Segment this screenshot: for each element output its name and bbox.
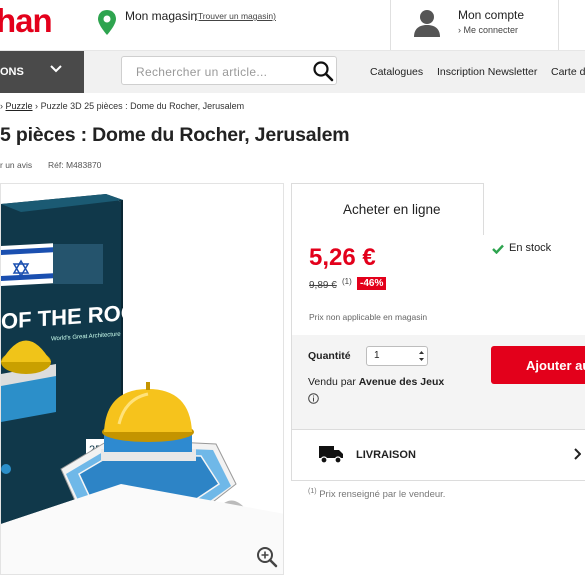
- check-icon: [492, 244, 504, 254]
- search-placeholder[interactable]: Rechercher un article...: [136, 65, 267, 79]
- search-icon[interactable]: [312, 60, 334, 82]
- tab-buy-online-label[interactable]: Acheter en ligne: [343, 202, 441, 217]
- header-divider: [390, 0, 391, 50]
- old-price: 9,89 €: [309, 280, 337, 291]
- select-arrows-icon[interactable]: [418, 349, 425, 363]
- price-footnote: (1) Prix renseigné par le vendeur.: [308, 488, 445, 500]
- map-pin-icon: [98, 10, 116, 35]
- nav-link-card[interactable]: Carte d: [551, 66, 585, 78]
- seller-info: Vendu par Avenue des Jeux: [308, 376, 444, 388]
- review-link[interactable]: r un avis: [0, 160, 32, 170]
- store-price-note: Prix non applicable en magasin: [309, 312, 428, 322]
- header-divider: [558, 0, 559, 50]
- login-link[interactable]: › Me connecter: [458, 25, 518, 35]
- quantity-label: Quantité: [308, 350, 351, 362]
- quantity-value[interactable]: 1: [374, 350, 380, 361]
- product-title: 5 pièces : Dome du Rocher, Jerusalem: [0, 124, 350, 146]
- chevron-down-icon[interactable]: [50, 64, 62, 74]
- breadcrumb-current: Puzzle 3D 25 pièces : Dome du Rocher, Je…: [40, 101, 245, 111]
- breadcrumb-separator: ›: [0, 101, 3, 111]
- sold-by-label: Vendu par: [308, 376, 359, 388]
- stock-status: En stock: [509, 242, 552, 254]
- brand-logo[interactable]: han: [0, 2, 53, 40]
- footnote-text: Prix renseigné par le vendeur.: [316, 489, 446, 501]
- nav-link-catalogues[interactable]: Catalogues: [370, 66, 423, 78]
- nav-link-newsletter[interactable]: Inscription Newsletter: [437, 66, 537, 78]
- chevron-right-icon[interactable]: [573, 448, 581, 460]
- breadcrumb-separator: ›: [35, 101, 39, 111]
- price-footnote-mark: (1): [342, 277, 352, 286]
- find-store-link[interactable]: (Trouver un magasin): [195, 11, 276, 21]
- seller-name[interactable]: Avenue des Jeux: [359, 376, 444, 388]
- account-title[interactable]: Mon compte: [458, 8, 524, 22]
- zoom-icon[interactable]: [256, 546, 278, 568]
- info-icon[interactable]: [308, 393, 319, 404]
- discount-badge: -46%: [357, 277, 387, 290]
- breadcrumb-item-puzzle[interactable]: Puzzle: [6, 101, 33, 111]
- menu-label[interactable]: ONS: [0, 66, 24, 78]
- user-icon[interactable]: [412, 9, 442, 37]
- truck-icon: [319, 446, 343, 464]
- product-image[interactable]: OF THE ROCK World's Great Architecture 2…: [0, 183, 284, 575]
- product-ref: Réf: M483870: [48, 160, 102, 170]
- add-to-cart-label[interactable]: Ajouter au: [526, 358, 585, 373]
- footnote-mark: (1): [308, 488, 317, 495]
- breadcrumb: › Puzzle › Puzzle 3D 25 pièces : Dome du…: [0, 101, 244, 111]
- current-price: 5,26 €: [309, 244, 376, 271]
- delivery-label[interactable]: LIVRAISON: [356, 449, 416, 461]
- store-title: Mon magasin: [125, 9, 198, 23]
- product-box-illustration: OF THE ROCK World's Great Architecture 2…: [1, 194, 283, 574]
